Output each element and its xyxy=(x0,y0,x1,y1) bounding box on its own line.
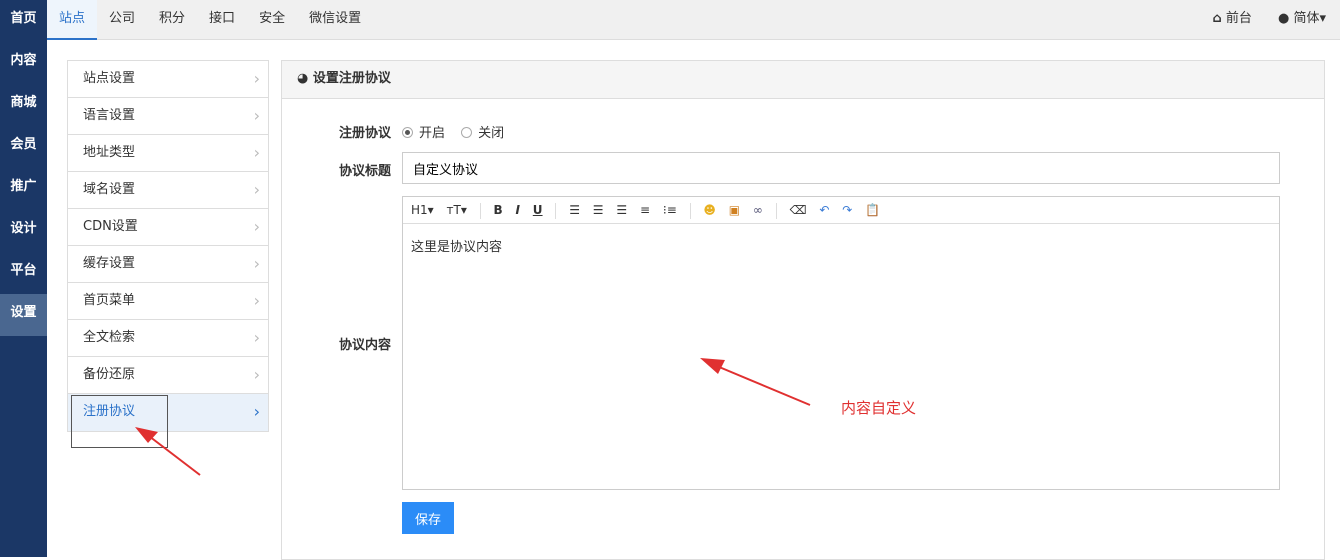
align-left-icon[interactable]: ☰ xyxy=(569,197,580,223)
unordered-list-icon[interactable]: ⁝≡ xyxy=(663,197,677,223)
editor-content[interactable]: 这里是协议内容 xyxy=(403,224,1279,267)
rich-text-editor: H1▾ ᴛT▾ B I U ☰ ☰ ☰ ≡ ⁝≡ ☻ ▣ ∞ ⌫ ↶ ↷ 📋 这… xyxy=(402,196,1280,490)
radio-close[interactable]: 关闭 xyxy=(461,126,504,141)
align-right-icon[interactable]: ☰ xyxy=(616,197,627,223)
font-size-button[interactable]: ᴛT▾ xyxy=(447,197,467,223)
annotation-label: 内容自定义 xyxy=(841,399,917,417)
eraser-icon[interactable]: ⌫ xyxy=(790,197,807,223)
agreement-panel: ◕ 设置注册协议 注册协议 开启 关闭 协议标题 协议内容 H1▾ ᴛT▾ B … xyxy=(281,60,1325,560)
panel-title: 设置注册协议 xyxy=(312,71,391,86)
ordered-list-icon[interactable]: ≡ xyxy=(640,197,650,223)
link-icon[interactable]: ∞ xyxy=(753,197,763,223)
underline-button[interactable]: U xyxy=(533,197,543,223)
paste-icon[interactable]: 📋 xyxy=(865,197,880,223)
heading-button[interactable]: H1▾ xyxy=(411,197,434,223)
undo-icon[interactable]: ↶ xyxy=(819,197,829,223)
emoji-icon[interactable]: ☻ xyxy=(703,197,716,223)
bold-button[interactable]: B xyxy=(494,197,503,223)
italic-button[interactable]: I xyxy=(516,197,520,223)
save-button[interactable]: 保存 xyxy=(402,502,454,534)
image-icon[interactable]: ▣ xyxy=(729,197,740,223)
redo-icon[interactable]: ↷ xyxy=(842,197,852,223)
radio-open[interactable]: 开启 xyxy=(402,126,445,141)
globe-icon: ◕ xyxy=(297,71,309,86)
agreement-title-input[interactable] xyxy=(402,152,1280,184)
align-center-icon[interactable]: ☰ xyxy=(593,197,604,223)
editor-toolbar: H1▾ ᴛT▾ B I U ☰ ☰ ☰ ≡ ⁝≡ ☻ ▣ ∞ ⌫ ↶ ↷ 📋 xyxy=(403,197,1279,224)
